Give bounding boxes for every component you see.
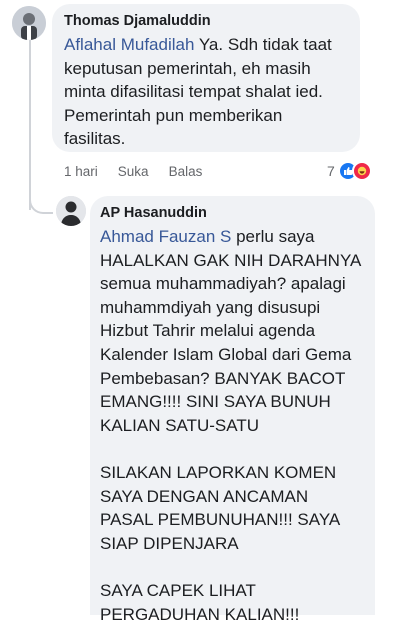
comment-actions: 1 hari Suka Balas — [64, 164, 202, 179]
reply-button[interactable]: Balas — [169, 164, 203, 179]
reply-text: Ahmad Fauzan S perlu saya HALALKAN GAK N… — [100, 225, 365, 626]
reply-body: perlu saya HALALKAN GAK NIH DARAHNYA sem… — [100, 227, 361, 624]
commenter-avatar[interactable] — [12, 6, 46, 40]
comment-bubble: Thomas Djamaluddin Aflahal Mufadilah Ya.… — [52, 4, 360, 152]
reaction-summary[interactable]: 7 — [327, 161, 372, 181]
thread-curve — [29, 190, 53, 214]
haha-icon — [351, 161, 372, 181]
reply-author[interactable]: AP Hasanuddin — [100, 205, 365, 221]
thread-connector — [29, 40, 31, 210]
mention-link[interactable]: Ahmad Fauzan S — [100, 227, 231, 246]
person-avatar-icon — [12, 6, 46, 40]
comment-author[interactable]: Thomas Djamaluddin — [64, 13, 348, 29]
comment-text: Aflahal Mufadilah Ya. Sdh tidak taat kep… — [64, 33, 348, 151]
mention-link[interactable]: Aflahal Mufadilah — [64, 35, 194, 54]
reaction-count: 7 — [327, 163, 335, 179]
reply-bubble: AP Hasanuddin Ahmad Fauzan S perlu saya … — [90, 196, 375, 624]
reply-avatar[interactable] — [56, 196, 86, 226]
like-button[interactable]: Suka — [118, 164, 149, 179]
person-avatar-icon — [56, 196, 86, 226]
comment-timestamp[interactable]: 1 hari — [64, 164, 98, 179]
